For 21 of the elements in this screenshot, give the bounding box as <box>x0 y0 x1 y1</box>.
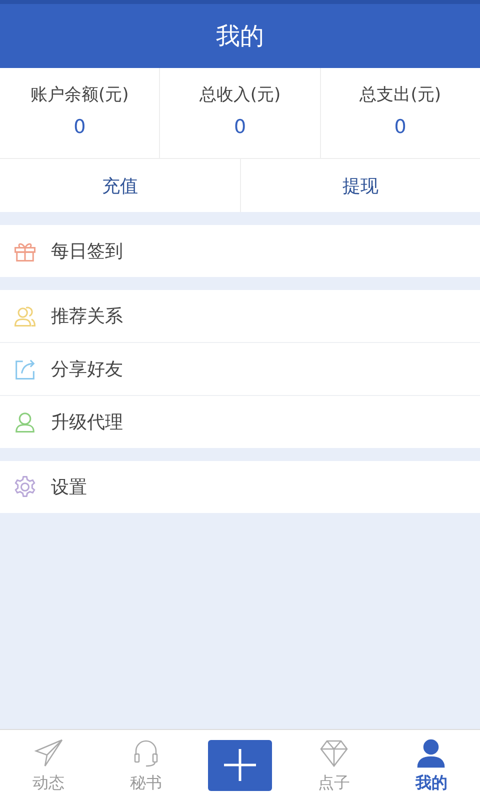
menu-item[interactable]: 升级代理 <box>0 396 480 448</box>
paper-plane-icon <box>32 736 65 768</box>
stat-value: 0 <box>394 116 406 138</box>
menu-item[interactable]: 分享好友 <box>0 343 480 396</box>
menu-label: 设置 <box>51 476 87 499</box>
menu-item[interactable]: 推荐关系 <box>0 290 480 343</box>
menu-label: 分享好友 <box>51 358 123 381</box>
stat-label: 总收入(元) <box>199 84 281 106</box>
stat-label: 总支出(元) <box>360 84 441 106</box>
tab[interactable]: 我的 <box>396 736 466 794</box>
page-title: 我的 <box>216 21 264 52</box>
menu-item[interactable]: 设置 <box>0 461 480 513</box>
menu-item[interactable]: 每日签到 <box>0 225 480 277</box>
menu-label: 升级代理 <box>51 411 123 434</box>
add-button[interactable] <box>208 740 272 790</box>
stat-label: 账户余额(元) <box>30 84 129 106</box>
menu-label: 推荐关系 <box>51 305 123 328</box>
stat-value: 0 <box>234 116 246 138</box>
person-icon <box>415 736 448 768</box>
menu-label: 每日签到 <box>51 240 123 263</box>
stat-value: 0 <box>74 116 86 138</box>
